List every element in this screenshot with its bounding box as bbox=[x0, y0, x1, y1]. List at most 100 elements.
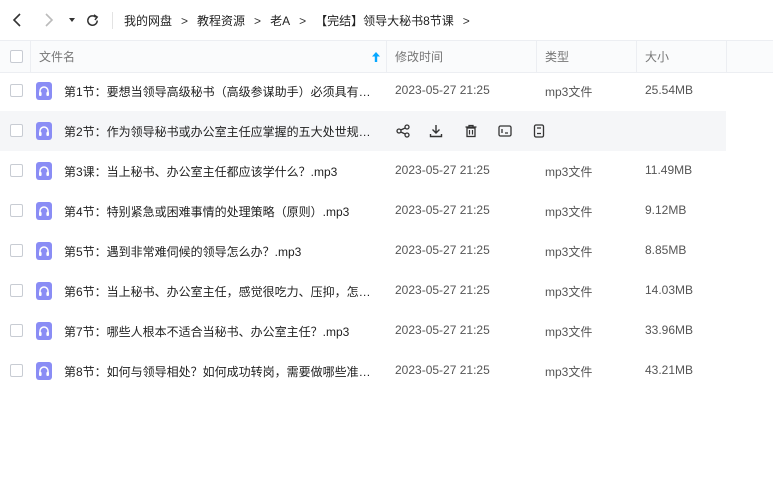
table-row-hovered[interactable]: 第2节：作为领导秘书或办公室主任应掌握的五大处世规… bbox=[0, 111, 726, 151]
file-type: mp3文件 bbox=[545, 285, 593, 299]
top-bar: 我的网盘 > 教程资源 > 老A > 【完结】领导大秘书8节课 > bbox=[0, 0, 773, 40]
forward-button[interactable] bbox=[38, 10, 58, 30]
more-icon bbox=[533, 124, 545, 138]
audio-file-icon bbox=[36, 202, 52, 220]
file-type: mp3文件 bbox=[545, 325, 593, 339]
caret-down-icon bbox=[69, 18, 75, 22]
column-divider bbox=[726, 41, 727, 72]
file-modified-time: 2023-05-27 21:25 bbox=[395, 363, 490, 377]
file-name[interactable]: 第6节：当上秘书、办公室主任，感觉很吃力、压抑，怎… bbox=[64, 283, 374, 300]
delete-button[interactable] bbox=[463, 123, 479, 139]
file-modified-time: 2023-05-27 21:25 bbox=[395, 243, 490, 257]
headphones-icon bbox=[39, 326, 49, 336]
breadcrumb-item-tutorials[interactable]: 教程资源 bbox=[197, 12, 245, 29]
audio-file-icon bbox=[36, 362, 52, 380]
more-button[interactable] bbox=[531, 123, 547, 139]
file-size: 8.85MB bbox=[645, 243, 687, 257]
headphones-icon bbox=[39, 366, 49, 376]
column-divider bbox=[636, 41, 637, 72]
file-name[interactable]: 第4节：特别紧急或困难事情的处理策略（原则）.mp3 bbox=[64, 203, 374, 220]
file-size: 43.21MB bbox=[645, 363, 694, 377]
column-divider bbox=[536, 41, 537, 72]
row-checkbox[interactable] bbox=[10, 164, 23, 177]
breadcrumb-separator: > bbox=[181, 13, 189, 28]
table-row[interactable]: 第8节：如何与领导相处？如何成功转岗，需要做哪些准… 2023-05-27 21… bbox=[0, 351, 726, 391]
refresh-icon bbox=[86, 13, 98, 26]
back-button[interactable] bbox=[8, 10, 28, 30]
file-name[interactable]: 第2节：作为领导秘书或办公室主任应掌握的五大处世规… bbox=[64, 123, 374, 140]
history-dropdown-button[interactable] bbox=[62, 10, 82, 30]
row-checkbox[interactable] bbox=[10, 284, 23, 297]
select-all-checkbox[interactable] bbox=[10, 50, 23, 63]
chevron-right-icon bbox=[45, 13, 54, 27]
file-size: 14.03MB bbox=[645, 283, 694, 297]
headphones-icon bbox=[39, 166, 49, 176]
download-button[interactable] bbox=[428, 123, 444, 139]
table-row[interactable]: 第7节：哪些人根本不适合当秘书、办公室主任？.mp3 2023-05-27 21… bbox=[0, 311, 726, 351]
file-modified-time: 2023-05-27 21:25 bbox=[395, 323, 490, 337]
file-size: 11.49MB bbox=[645, 163, 693, 177]
arrow-up-icon bbox=[372, 51, 380, 62]
refresh-button[interactable] bbox=[82, 10, 102, 30]
rename-icon bbox=[498, 125, 512, 137]
table-row[interactable]: 第1节：要想当领导高级秘书（高级参谋助手）必须具有… 2023-05-27 21… bbox=[0, 71, 726, 111]
breadcrumb: 我的网盘 > 教程资源 > 老A > 【完结】领导大秘书8节课 > bbox=[124, 12, 479, 29]
audio-file-icon bbox=[36, 82, 52, 100]
file-name[interactable]: 第3课：当上秘书、办公室主任都应该学什么？.mp3 bbox=[64, 163, 374, 180]
breadcrumb-separator: > bbox=[462, 13, 470, 28]
sort-ascending-button[interactable] bbox=[371, 41, 381, 72]
audio-file-icon bbox=[36, 322, 52, 340]
file-size: 33.96MB bbox=[645, 323, 694, 337]
row-checkbox[interactable] bbox=[10, 124, 23, 137]
table-row[interactable]: 第6节：当上秘书、办公室主任，感觉很吃力、压抑，怎… 2023-05-27 21… bbox=[0, 271, 726, 311]
file-modified-time: 2023-05-27 21:25 bbox=[395, 83, 490, 97]
column-divider bbox=[30, 41, 31, 72]
row-checkbox[interactable] bbox=[10, 364, 23, 377]
breadcrumb-separator: > bbox=[299, 13, 307, 28]
breadcrumb-item-current[interactable]: 【完结】领导大秘书8节课 bbox=[315, 12, 454, 29]
table-row[interactable]: 第4节：特别紧急或困难事情的处理策略（原则）.mp3 2023-05-27 21… bbox=[0, 191, 726, 231]
headphones-icon bbox=[39, 246, 49, 256]
column-header-name[interactable]: 文件名 bbox=[39, 41, 75, 72]
file-name[interactable]: 第5节：遇到非常难伺候的领导怎么办？.mp3 bbox=[64, 243, 374, 260]
column-header-modified[interactable]: 修改时间 bbox=[395, 41, 443, 72]
row-checkbox[interactable] bbox=[10, 84, 23, 97]
file-name[interactable]: 第1节：要想当领导高级秘书（高级参谋助手）必须具有… bbox=[64, 83, 374, 100]
headphones-icon bbox=[39, 126, 49, 136]
file-name[interactable]: 第8节：如何与领导相处？如何成功转岗，需要做哪些准… bbox=[64, 363, 374, 380]
column-header-size[interactable]: 大小 bbox=[645, 41, 669, 72]
column-header-type[interactable]: 类型 bbox=[545, 41, 569, 72]
audio-file-icon bbox=[36, 242, 52, 260]
headphones-icon bbox=[39, 86, 49, 96]
file-size: 9.12MB bbox=[645, 203, 687, 217]
breadcrumb-separator: > bbox=[254, 13, 262, 28]
headphones-icon bbox=[39, 206, 49, 216]
file-type: mp3文件 bbox=[545, 165, 593, 179]
file-modified-time: 2023-05-27 21:25 bbox=[395, 163, 490, 177]
file-name[interactable]: 第7节：哪些人根本不适合当秘书、办公室主任？.mp3 bbox=[64, 323, 374, 340]
file-type: mp3文件 bbox=[545, 245, 593, 259]
rename-button[interactable] bbox=[497, 123, 513, 139]
file-modified-time: 2023-05-27 21:25 bbox=[395, 283, 490, 297]
breadcrumb-item-lao-a[interactable]: 老A bbox=[270, 12, 290, 29]
audio-file-icon bbox=[36, 162, 52, 180]
row-checkbox[interactable] bbox=[10, 244, 23, 257]
column-divider bbox=[386, 41, 387, 72]
audio-file-icon bbox=[36, 282, 52, 300]
share-button[interactable] bbox=[395, 123, 411, 139]
file-type: mp3文件 bbox=[545, 365, 593, 379]
table-row[interactable]: 第5节：遇到非常难伺候的领导怎么办？.mp3 2023-05-27 21:25 … bbox=[0, 231, 726, 271]
headphones-icon bbox=[39, 286, 49, 296]
breadcrumb-item-root[interactable]: 我的网盘 bbox=[124, 12, 172, 29]
file-modified-time: 2023-05-27 21:25 bbox=[395, 203, 490, 217]
table-header: 文件名 修改时间 类型 大小 bbox=[0, 40, 773, 73]
table-row[interactable]: 第3课：当上秘书、办公室主任都应该学什么？.mp3 2023-05-27 21:… bbox=[0, 151, 726, 191]
toolbar-divider bbox=[112, 12, 113, 29]
row-checkbox[interactable] bbox=[10, 324, 23, 337]
delete-icon bbox=[465, 124, 477, 138]
file-type: mp3文件 bbox=[545, 85, 593, 99]
download-icon bbox=[429, 125, 443, 138]
file-size: 25.54MB bbox=[645, 83, 694, 97]
row-checkbox[interactable] bbox=[10, 204, 23, 217]
file-type: mp3文件 bbox=[545, 205, 593, 219]
